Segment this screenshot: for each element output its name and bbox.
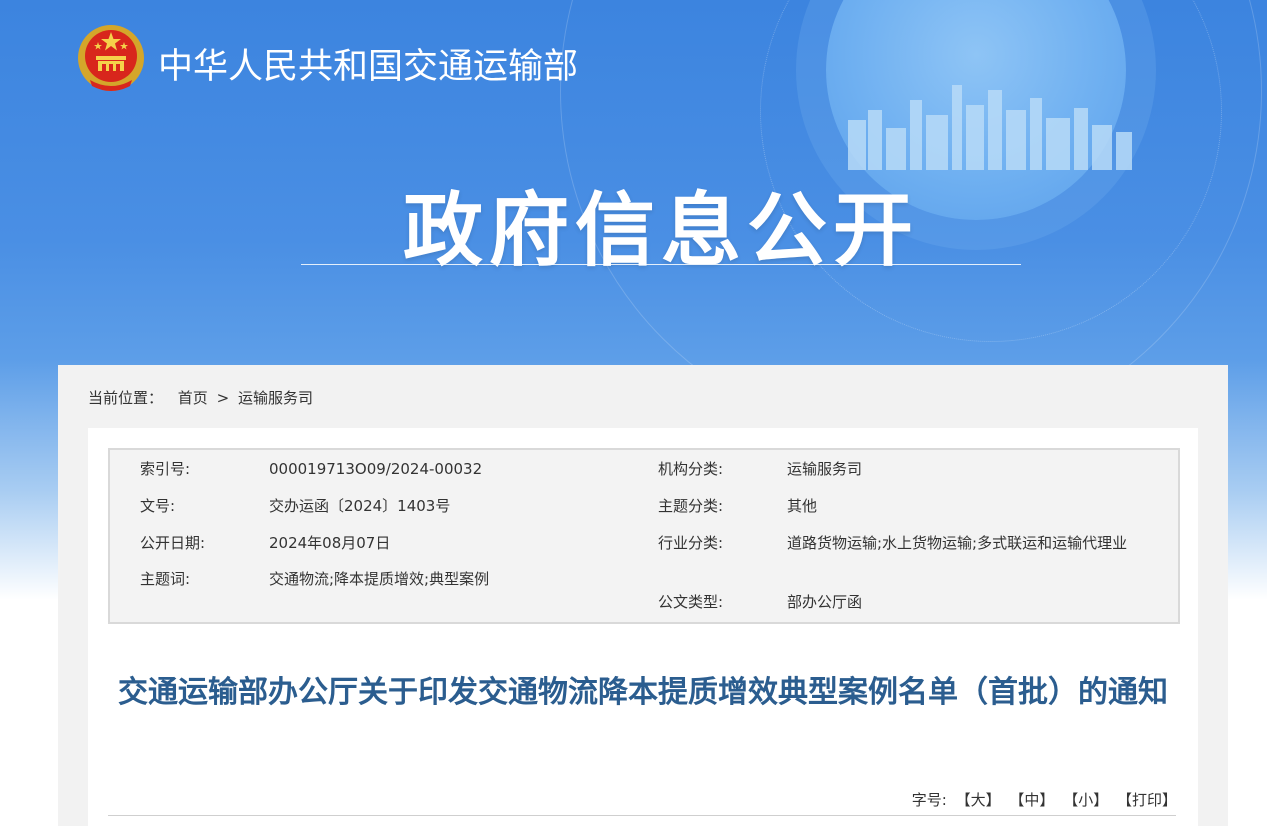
breadcrumb-label: 当前位置： xyxy=(88,389,164,407)
national-emblem-icon xyxy=(78,25,144,91)
date-label: 公开日期: xyxy=(140,534,206,552)
org-label: 机构分类: xyxy=(658,460,724,478)
breadcrumb-home-link[interactable]: 首页 xyxy=(178,389,208,407)
font-size-small-button[interactable]: 【小】 xyxy=(1063,791,1108,809)
title-underline xyxy=(301,264,1021,265)
industry-value: 道路货物运输;水上货物运输;多式联运和运输代理业 xyxy=(787,534,1128,552)
doctype-label: 公文类型: xyxy=(658,593,724,611)
index-no-value: 000019713O09/2024-00032 xyxy=(269,460,483,478)
print-button[interactable]: 【打印】 xyxy=(1117,791,1177,809)
breadcrumb-current-link[interactable]: 运输服务司 xyxy=(238,389,313,407)
font-size-control: 字号: 【大】 【中】 【小】 【打印】 xyxy=(912,789,1177,810)
topic-value: 其他 xyxy=(787,497,818,515)
city-skyline-icon xyxy=(848,85,1132,170)
keywords-label: 主题词: xyxy=(140,570,191,588)
doc-no-value: 交办运函〔2024〕1403号 xyxy=(269,497,451,515)
font-size-medium-button[interactable]: 【中】 xyxy=(1009,791,1054,809)
keywords-value: 交通物流;降本提质增效;典型案例 xyxy=(269,570,490,588)
document-title: 交通运输部办公厅关于印发交通物流降本提质增效典型案例名单（首批）的通知 xyxy=(118,675,1168,710)
font-size-large-button[interactable]: 【大】 xyxy=(956,791,1001,809)
breadcrumb-separator: > xyxy=(216,389,230,407)
divider xyxy=(108,815,1176,816)
topic-label: 主题分类: xyxy=(658,497,724,515)
ministry-name[interactable]: 中华人民共和国交通运输部 xyxy=(158,38,578,89)
index-no-label: 索引号: xyxy=(140,460,191,478)
font-size-label: 字号: xyxy=(911,791,947,809)
org-value: 运输服务司 xyxy=(787,460,863,478)
industry-label: 行业分类: xyxy=(658,534,724,552)
date-value: 2024年08月07日 xyxy=(269,534,391,552)
doctype-value: 部办公厅函 xyxy=(787,593,863,611)
doc-no-label: 文号: xyxy=(140,497,176,515)
breadcrumb: 当前位置： 首页 > 运输服务司 xyxy=(88,387,315,408)
